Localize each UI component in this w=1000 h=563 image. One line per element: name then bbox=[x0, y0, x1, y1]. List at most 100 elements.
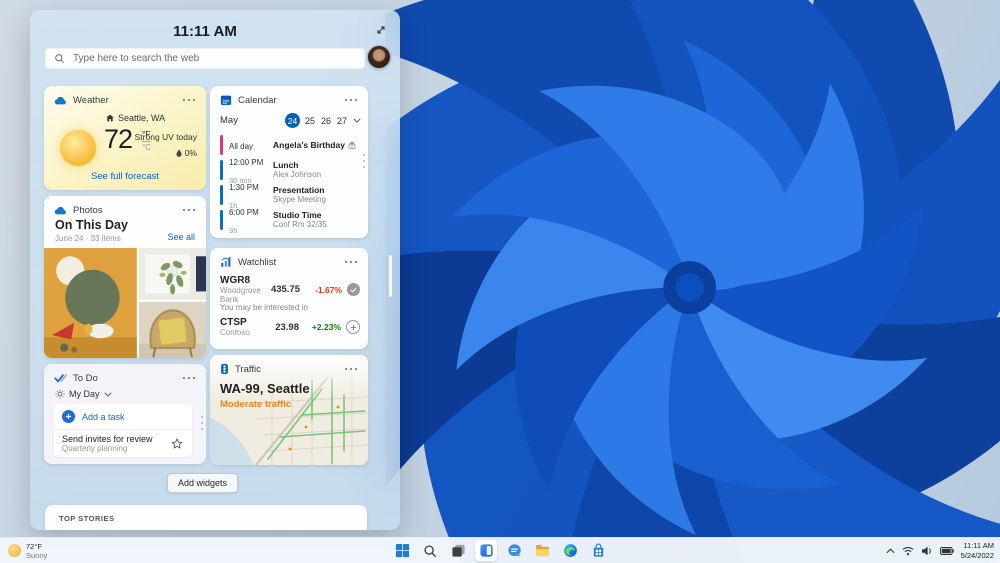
home-icon bbox=[106, 114, 114, 122]
add-task-button[interactable]: Add a task bbox=[53, 404, 192, 430]
photos-widget[interactable]: Photos On This Day June 24 · 33 items Se… bbox=[44, 196, 206, 358]
photo-thumbnail[interactable] bbox=[138, 248, 206, 300]
chat-icon bbox=[507, 544, 521, 557]
widgets-button[interactable] bbox=[475, 540, 497, 561]
watchlist-add-button[interactable] bbox=[346, 320, 360, 334]
todo-check-icon bbox=[54, 374, 67, 383]
stock-symbol: CTSP bbox=[220, 317, 247, 328]
search-input[interactable] bbox=[71, 52, 356, 65]
calendar-date[interactable]: 27 bbox=[334, 116, 350, 126]
stock-name: Contoso bbox=[220, 328, 250, 337]
volume-button[interactable] bbox=[921, 546, 933, 556]
event-color-bar bbox=[220, 209, 223, 230]
photo-thumbnail[interactable] bbox=[44, 248, 137, 358]
event-color-bar bbox=[220, 184, 223, 205]
todo-menu-button[interactable] bbox=[180, 374, 199, 383]
watchlist-added-button[interactable] bbox=[347, 283, 360, 296]
battery-button[interactable] bbox=[939, 546, 954, 555]
search-icon bbox=[55, 54, 64, 63]
panel-scrollbar[interactable] bbox=[389, 255, 392, 297]
stock-row[interactable]: CTSP Contoso 23.98 +2.23% bbox=[220, 317, 360, 337]
event-title: Angela's Birthday bbox=[273, 139, 345, 150]
calendar-widget[interactable]: Calendar May 24 25 26 27 All day Angela'… bbox=[210, 86, 368, 238]
start-button[interactable] bbox=[391, 540, 413, 561]
calendar-date[interactable]: 26 bbox=[318, 116, 334, 126]
store-button[interactable] bbox=[587, 540, 609, 561]
user-avatar[interactable] bbox=[367, 45, 391, 69]
calendar-scroll-indicator[interactable] bbox=[363, 154, 365, 168]
stock-change: +2.23% bbox=[311, 322, 341, 332]
task-subtitle: Quarterly planning bbox=[62, 444, 128, 453]
photo-still-life bbox=[44, 248, 137, 358]
unit-celsius[interactable]: °C bbox=[142, 142, 151, 152]
clock-tray-button[interactable]: 11:11 AM 5/24/2022 bbox=[961, 541, 994, 560]
tray-time: 11:11 AM bbox=[963, 541, 994, 551]
photo-chair bbox=[138, 301, 206, 358]
event-duration: 3h bbox=[229, 225, 238, 235]
taskbar-search-button[interactable] bbox=[419, 540, 441, 561]
traffic-widget[interactable]: Traffic WA-99, Seattle Moderate traffic bbox=[210, 355, 368, 465]
calendar-event[interactable]: 6:00 PM 3h Studio Time Conf Rm 32/35 bbox=[220, 207, 356, 235]
watchlist-title: Watchlist bbox=[238, 256, 277, 268]
weather-precipitation: 0% bbox=[184, 148, 197, 158]
expand-panel-button[interactable] bbox=[371, 21, 391, 39]
weather-location: Seattle, WA bbox=[118, 113, 166, 123]
see-full-forecast-link[interactable]: See full forecast bbox=[44, 171, 206, 182]
weather-menu-button[interactable] bbox=[180, 96, 199, 105]
file-explorer-icon bbox=[535, 544, 549, 557]
event-subtitle: Skype Meeting bbox=[273, 195, 326, 204]
photo-thumbnail[interactable] bbox=[138, 301, 206, 358]
speaker-icon bbox=[921, 546, 931, 555]
chat-button[interactable] bbox=[503, 540, 525, 561]
stock-row[interactable]: WGR8 Woodgrove Bank 435.75 -1.67% bbox=[220, 275, 360, 304]
wifi-button[interactable] bbox=[902, 546, 914, 556]
calendar-title: Calendar bbox=[238, 94, 277, 106]
event-subtitle: Alex Johnson bbox=[273, 170, 322, 179]
calendar-month: May bbox=[220, 115, 238, 126]
calendar-date-selected[interactable]: 24 bbox=[285, 113, 300, 128]
widgets-panel: 11:11 AM Weather bbox=[30, 10, 400, 530]
todo-widget[interactable]: To Do My Day Add a task Send invites for… bbox=[44, 364, 206, 464]
expand-icon bbox=[377, 26, 385, 34]
watchlist-menu-button[interactable] bbox=[342, 258, 361, 267]
stock-price: 23.98 bbox=[275, 321, 299, 333]
gift-icon bbox=[348, 141, 356, 149]
weather-widget[interactable]: Weather Seattle, WA 72 °F °C Strong UV t… bbox=[44, 86, 206, 190]
todo-scroll-indicator[interactable] bbox=[201, 416, 203, 430]
watchlist-widget[interactable]: Watchlist WGR8 Woodgrove Bank 435.75 -1.… bbox=[210, 248, 368, 349]
traffic-title: Traffic bbox=[235, 363, 261, 375]
todo-list-selector[interactable]: My Day bbox=[55, 389, 112, 399]
windows-start-icon bbox=[395, 543, 409, 558]
desktop: 11:11 AM Weather bbox=[0, 0, 1000, 563]
traffic-menu-button[interactable] bbox=[342, 365, 361, 374]
star-icon[interactable] bbox=[171, 438, 183, 450]
event-time: 6:00 PM bbox=[229, 207, 259, 217]
check-icon bbox=[350, 287, 357, 293]
edge-button[interactable] bbox=[559, 540, 581, 561]
edge-icon bbox=[563, 544, 577, 557]
see-all-link[interactable]: See all bbox=[167, 232, 195, 242]
event-title: Studio Time bbox=[273, 210, 322, 220]
weather-condition: Strong UV today bbox=[134, 132, 197, 142]
traffic-status: Moderate traffic bbox=[220, 399, 292, 410]
weather-title: Weather bbox=[73, 94, 109, 106]
file-explorer-button[interactable] bbox=[531, 540, 553, 561]
calendar-menu-button[interactable] bbox=[342, 96, 361, 105]
chevron-down-icon[interactable] bbox=[353, 118, 361, 123]
photos-menu-button[interactable] bbox=[180, 206, 199, 215]
add-widgets-button[interactable]: Add widgets bbox=[167, 473, 239, 493]
panel-clock: 11:11 AM bbox=[173, 23, 237, 40]
tray-chevron-up-button[interactable] bbox=[886, 547, 895, 554]
task-view-button[interactable] bbox=[447, 540, 469, 561]
photos-title: Photos bbox=[73, 204, 103, 216]
event-title: Lunch bbox=[273, 160, 299, 170]
battery-icon bbox=[939, 546, 954, 555]
traffic-light-icon bbox=[221, 363, 228, 375]
web-search-bar[interactable] bbox=[45, 48, 365, 69]
task-item[interactable]: Send invites for review Quarterly planni… bbox=[53, 430, 192, 457]
store-icon bbox=[593, 543, 603, 557]
top-stories-section[interactable]: TOP STORIES bbox=[45, 505, 367, 530]
photo-collage[interactable] bbox=[44, 248, 206, 358]
sun-icon bbox=[60, 130, 96, 166]
calendar-date[interactable]: 25 bbox=[302, 116, 318, 126]
